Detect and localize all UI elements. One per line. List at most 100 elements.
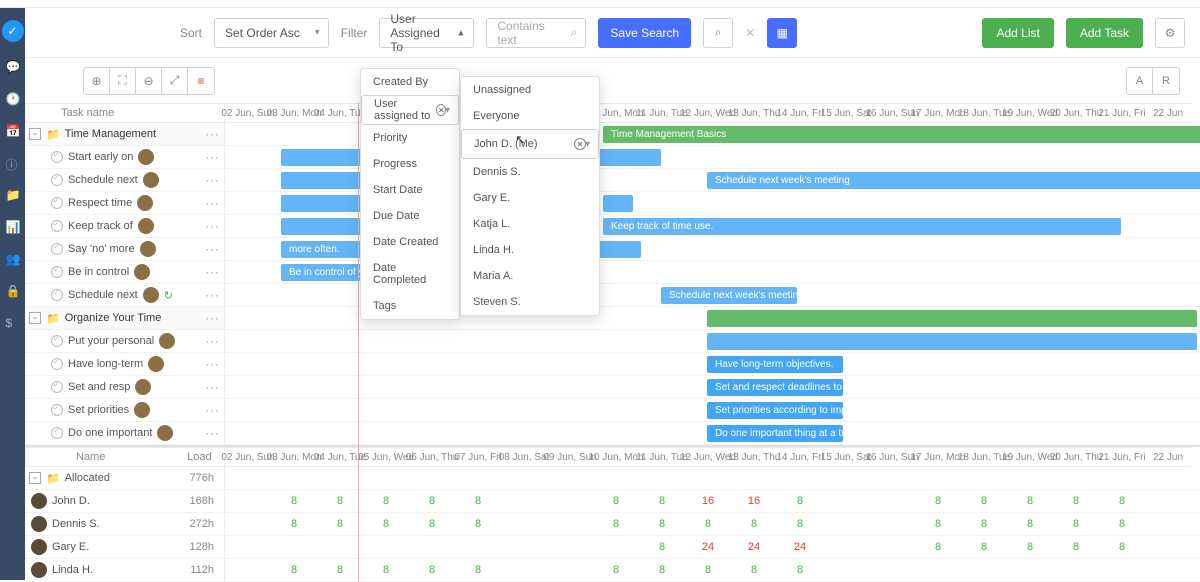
gantt-bar[interactable] xyxy=(603,195,633,212)
add-list-button[interactable]: Add List xyxy=(982,18,1053,48)
gantt-bar[interactable]: Schedule next week's meeting xyxy=(707,172,1200,189)
task-row-left: Schedule next⋯ xyxy=(25,169,225,192)
user-name: Dennis S. xyxy=(52,518,100,530)
expand-toggle[interactable]: − xyxy=(29,128,41,140)
chart-icon[interactable]: 📊 xyxy=(6,220,20,234)
hours-cell xyxy=(869,536,915,558)
avatar xyxy=(159,333,175,349)
settings-button[interactable]: ⚙ xyxy=(1155,18,1185,48)
hours-cell xyxy=(823,536,869,558)
hours-cell: 8 xyxy=(639,559,685,581)
add-task-button[interactable]: Add Task xyxy=(1066,18,1143,48)
row-actions[interactable]: ⋯ xyxy=(205,126,224,143)
gantt-bar[interactable]: Have long-term objectives. xyxy=(707,356,843,373)
expand-toggle[interactable]: − xyxy=(29,312,41,324)
avatar xyxy=(157,425,173,441)
gantt-bar[interactable]: Set and respect deadlines to complete xyxy=(707,379,843,396)
row-actions[interactable]: ⋯ xyxy=(205,379,224,396)
clear-filter[interactable]: ✕ xyxy=(745,26,755,40)
gantt-row: Respect time ⋯ xyxy=(25,192,1200,215)
row-actions[interactable]: ⋯ xyxy=(205,172,224,189)
calendar-icon[interactable]: 📅 xyxy=(6,124,20,138)
status-circle[interactable] xyxy=(51,427,63,439)
hours-cell xyxy=(915,559,961,581)
task-row-left: Be in control⋯ xyxy=(25,261,225,284)
date-header-cell: 14 Jun, Fri xyxy=(777,103,823,123)
row-actions[interactable]: ⋯ xyxy=(205,241,224,258)
hours-cell xyxy=(271,536,317,558)
status-circle[interactable] xyxy=(51,404,63,416)
user-name: Gary E. xyxy=(52,541,89,553)
row-actions[interactable]: ⋯ xyxy=(205,264,224,281)
row-actions[interactable]: ⋯ xyxy=(205,287,224,304)
row-actions[interactable]: ⋯ xyxy=(205,149,224,166)
date-header-cell: 22 Jun xyxy=(1145,103,1191,123)
hours-cell xyxy=(501,513,547,535)
avatar xyxy=(148,356,164,372)
row-actions[interactable]: ⋯ xyxy=(205,195,224,212)
status-circle[interactable] xyxy=(51,220,63,232)
hours-cell xyxy=(961,559,1007,581)
people-icon[interactable]: 👥 xyxy=(6,252,20,266)
status-circle[interactable] xyxy=(51,335,63,347)
task-row-left: Do one important⋯ xyxy=(25,422,225,445)
row-actions[interactable]: ⋯ xyxy=(205,310,224,327)
gantt-bar[interactable]: Time Management Basics xyxy=(603,126,1200,143)
dollar-icon[interactable]: $ xyxy=(6,316,20,330)
user-name: John D. xyxy=(52,495,90,507)
gantt-row: −📁Organize Your Time⋯ xyxy=(25,307,1200,330)
search-icon-button[interactable]: ⌕ xyxy=(703,18,733,48)
user-hours: 168h xyxy=(190,495,224,507)
save-search-button[interactable]: Save Search xyxy=(598,18,691,48)
status-circle[interactable] xyxy=(51,381,63,393)
sort-label: Sort xyxy=(180,26,202,40)
avatar xyxy=(31,516,47,532)
filter-select[interactable]: User Assigned To xyxy=(379,18,474,48)
expand-toggle[interactable]: − xyxy=(29,472,41,484)
toggle-r[interactable]: R xyxy=(1153,68,1179,94)
sort-select[interactable]: Set Order Asc xyxy=(214,18,329,48)
toggle-a[interactable]: A xyxy=(1127,68,1153,94)
gantt-bar[interactable] xyxy=(707,333,1197,350)
gantt-bar[interactable]: Do one important thing at a time but man… xyxy=(707,425,843,442)
row-actions[interactable]: ⋯ xyxy=(205,333,224,350)
avatar xyxy=(140,241,156,257)
folder-icon[interactable]: 📁 xyxy=(6,188,20,202)
info-icon[interactable]: ⓘ xyxy=(6,156,20,170)
zoom-tools: ⊕ ⛶ ⊖ ⤢ ≡ xyxy=(83,67,215,95)
hours-cell: 8 xyxy=(1007,490,1053,512)
row-actions[interactable]: ⋯ xyxy=(205,218,224,235)
status-circle[interactable] xyxy=(51,289,63,301)
zoom-out-icon[interactable]: ⊖ xyxy=(136,68,162,94)
status-circle[interactable] xyxy=(51,358,63,370)
zoom-in-icon[interactable]: ⊕ xyxy=(84,68,110,94)
hours-cell xyxy=(501,559,547,581)
folder-icon: 📁 xyxy=(46,312,60,325)
hours-cell: 8 xyxy=(271,513,317,535)
search-input[interactable]: Contains text xyxy=(486,18,586,48)
fit-icon[interactable]: ⛶ xyxy=(110,68,136,94)
gantt-bar[interactable]: Keep track of time use. xyxy=(603,218,1121,235)
expand-icon[interactable]: ⤢ xyxy=(162,68,188,94)
chat-icon[interactable]: 💬 xyxy=(6,60,20,74)
clock-icon[interactable]: 🕐 xyxy=(6,92,20,106)
gantt-bar[interactable]: Schedule next week's meeting xyxy=(661,287,797,304)
row-actions[interactable]: ⋯ xyxy=(205,425,224,442)
task-row-left: −📁Organize Your Time⋯ xyxy=(25,307,225,330)
view-toggle[interactable]: ▦ xyxy=(767,18,797,48)
gantt-bar[interactable]: Set priorities according to importance xyxy=(707,402,843,419)
collapse-icon[interactable]: ≡ xyxy=(188,68,214,94)
filter-label: Filter xyxy=(341,26,368,40)
status-circle[interactable] xyxy=(51,243,63,255)
status-circle[interactable] xyxy=(51,174,63,186)
row-actions[interactable]: ⋯ xyxy=(205,356,224,373)
status-circle[interactable] xyxy=(51,197,63,209)
status-circle[interactable] xyxy=(51,151,63,163)
check-icon[interactable]: ✓ xyxy=(2,20,24,42)
lock-icon[interactable]: 🔒 xyxy=(6,284,20,298)
status-circle[interactable] xyxy=(51,266,63,278)
task-name: Respect time xyxy=(68,197,132,209)
task-row-left: Respect time ⋯ xyxy=(25,192,225,215)
gantt-bar[interactable] xyxy=(707,310,1197,327)
row-actions[interactable]: ⋯ xyxy=(205,402,224,419)
